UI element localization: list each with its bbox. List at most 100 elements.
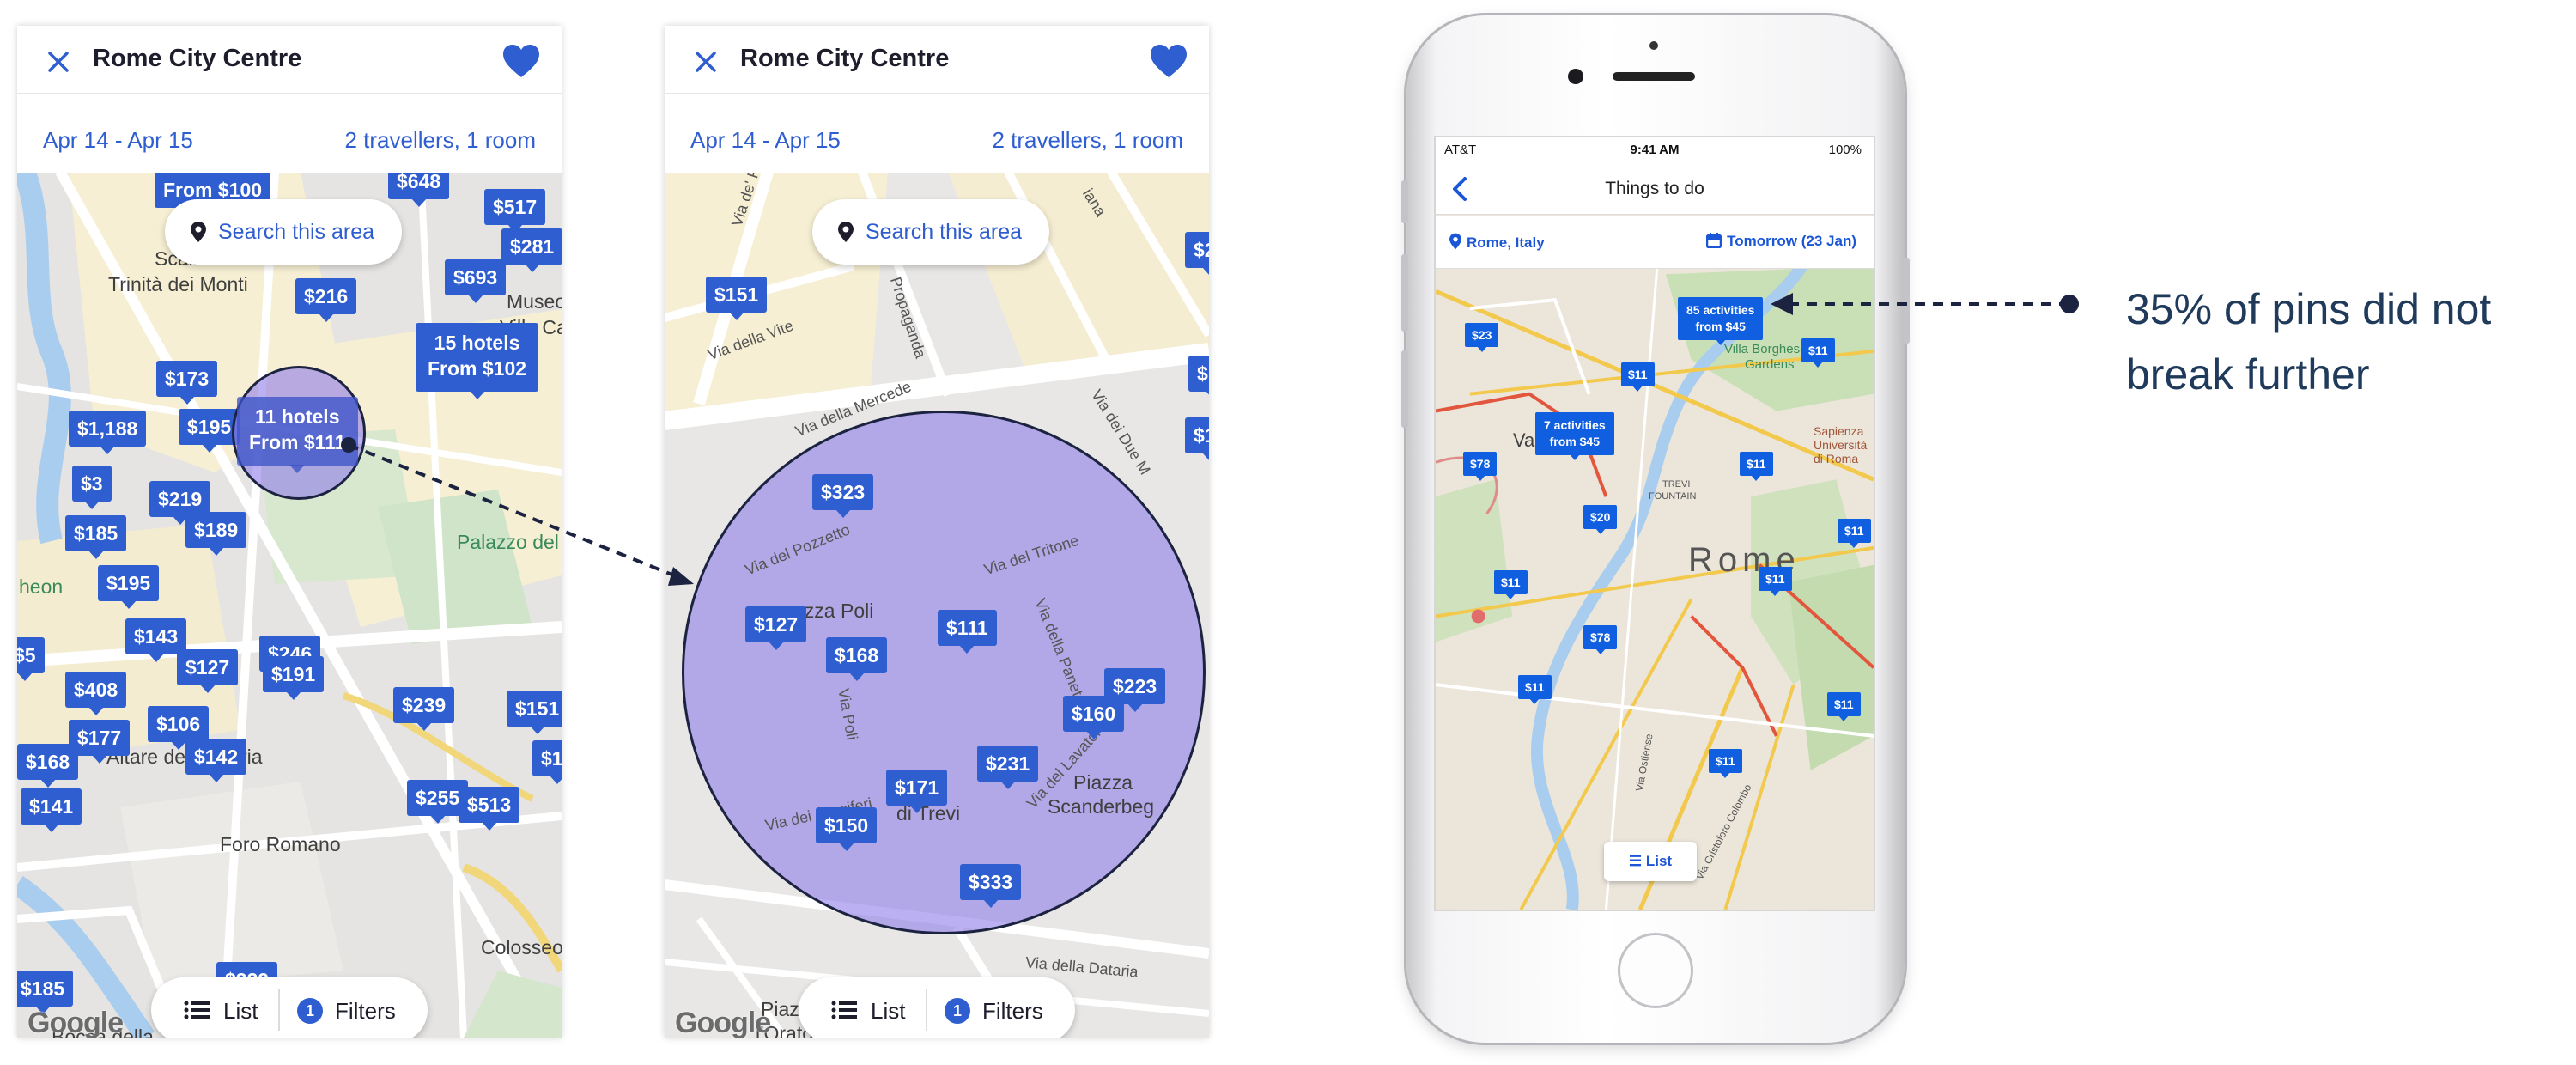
price-pin[interactable]: $333 xyxy=(960,864,1022,908)
price-pin[interactable]: $16 xyxy=(1188,356,1209,399)
activity-price-pin[interactable]: $11 xyxy=(1621,362,1655,392)
filters-button[interactable]: Filters xyxy=(982,998,1043,1025)
price-pin[interactable]: $21 xyxy=(1185,232,1209,276)
activity-price-pin[interactable]: $11 xyxy=(1494,570,1528,599)
price-pin[interactable]: $111 xyxy=(938,610,997,654)
heart-icon[interactable] xyxy=(501,43,541,81)
price-pin[interactable]: $3 xyxy=(72,466,112,509)
volume-up-button xyxy=(1401,254,1408,332)
front-camera xyxy=(1568,69,1583,84)
divider xyxy=(926,989,927,1031)
price-pin[interactable]: $185 xyxy=(65,515,127,559)
filters-button[interactable]: Filters xyxy=(335,998,396,1025)
search-this-area-button[interactable]: Search this area xyxy=(165,199,403,265)
divider xyxy=(278,989,280,1031)
price-pin[interactable]: $693 xyxy=(445,259,507,303)
cluster-price: from $45 xyxy=(1549,435,1600,448)
activity-price-pin[interactable]: $11 xyxy=(1759,567,1792,596)
price-pin[interactable]: $5 xyxy=(17,637,45,681)
price-pin[interactable]: $513 xyxy=(459,787,520,831)
search-this-area-button[interactable]: Search this area xyxy=(812,199,1050,265)
list-view-button[interactable]: ☰ List xyxy=(1604,842,1697,881)
battery-percent: 100% xyxy=(1828,143,1862,157)
list-filters-bar: List 1 Filters xyxy=(799,977,1075,1038)
list-button[interactable]: List xyxy=(223,998,258,1025)
price-pin[interactable]: $185 xyxy=(17,971,74,1014)
price-pin[interactable]: $239 xyxy=(393,687,455,731)
close-icon[interactable] xyxy=(41,45,76,79)
group-price-pin[interactable]: 15 hotels From $102 xyxy=(416,323,539,399)
price-pin[interactable]: $14 xyxy=(1185,417,1209,461)
price-pin[interactable]: $151 xyxy=(706,277,768,320)
price-pin[interactable]: $173 xyxy=(156,361,218,405)
heart-icon[interactable] xyxy=(1149,43,1188,81)
date-range[interactable]: Apr 14 - Apr 15 xyxy=(43,127,193,154)
price-pin[interactable]: $127 xyxy=(745,606,807,650)
earpiece-speaker xyxy=(1613,72,1695,81)
activity-price-pin[interactable]: $20 xyxy=(1583,505,1618,534)
list-icon[interactable] xyxy=(184,1000,210,1020)
price-pin[interactable]: $408 xyxy=(65,672,127,715)
app-header: Rome City Centre Apr 14 - Apr 15 2 trave… xyxy=(17,26,562,173)
price-pin[interactable]: $191 xyxy=(263,656,325,700)
map-label-foro: Foro Romano xyxy=(220,833,341,855)
price-pin[interactable]: $106 xyxy=(148,706,210,750)
price-pin[interactable]: $150 xyxy=(816,807,878,851)
price-pin[interactable]: $195 xyxy=(179,409,240,453)
price-pin[interactable]: $323 xyxy=(812,474,874,518)
cluster-pin[interactable]: 11 hotels From $111 xyxy=(237,397,358,473)
date-range[interactable]: Apr 14 - Apr 15 xyxy=(690,127,841,154)
title-row: Rome City Centre xyxy=(17,26,562,94)
price-pin[interactable]: $216 xyxy=(295,278,357,322)
list-icon: ☰ xyxy=(1628,853,1646,869)
activity-price-pin[interactable]: $11 xyxy=(1740,452,1773,481)
search-summary-row[interactable]: Apr 14 - Apr 15 2 travellers, 1 room xyxy=(17,96,562,173)
travellers-rooms[interactable]: 2 travellers, 1 room xyxy=(344,127,536,154)
price-pin[interactable]: $151 xyxy=(507,691,562,734)
annotation-text: 35% of pins did not break further xyxy=(2126,277,2573,407)
travellers-rooms[interactable]: 2 travellers, 1 room xyxy=(992,127,1183,154)
price-pin[interactable]: $168 xyxy=(17,744,79,788)
price-pin[interactable]: $142 xyxy=(185,739,247,782)
activity-price-pin[interactable]: $11 xyxy=(1838,519,1871,548)
activity-cluster-pin[interactable]: 7 activities from $45 xyxy=(1535,412,1614,460)
activity-price-pin[interactable]: $11 xyxy=(1709,749,1742,778)
price-pin[interactable]: $189 xyxy=(185,512,247,556)
price-pin[interactable]: $231 xyxy=(977,746,1039,789)
list-icon[interactable] xyxy=(831,1000,857,1020)
list-button[interactable]: List xyxy=(871,998,905,1025)
price-pin[interactable]: $16 xyxy=(532,740,562,784)
list-filters-bar: List 1 Filters xyxy=(151,977,428,1038)
activity-price-pin[interactable]: $11 xyxy=(1827,692,1861,721)
activity-price-pin[interactable]: $11 xyxy=(1518,675,1552,704)
price-pin[interactable]: $168 xyxy=(826,637,888,681)
location-label: Rome, Italy xyxy=(1467,234,1545,251)
activity-price-pin[interactable]: $11 xyxy=(1801,338,1835,368)
activity-price-pin[interactable]: $78 xyxy=(1463,452,1498,481)
mute-switch xyxy=(1401,180,1408,223)
cluster-price: From $111 xyxy=(249,431,346,453)
price-pin[interactable]: $195 xyxy=(98,565,160,609)
activity-cluster-pin[interactable]: 85 activities from $45 xyxy=(1678,297,1764,345)
price-pin[interactable]: $160 xyxy=(1063,696,1125,739)
group-count: 15 hotels xyxy=(434,332,520,354)
price-pin[interactable]: $1,188 xyxy=(69,411,147,454)
map-label-di-roma: di Roma xyxy=(1814,452,1859,466)
list-label: List xyxy=(1645,853,1673,869)
price-pin[interactable]: $281 xyxy=(501,228,562,272)
location-pin-icon xyxy=(838,222,854,242)
close-icon[interactable] xyxy=(689,45,723,79)
location-selector[interactable]: Rome, Italy xyxy=(1449,233,1545,252)
price-pin[interactable]: $141 xyxy=(21,788,82,832)
activity-price-pin[interactable]: $23 xyxy=(1465,323,1499,352)
price-pin[interactable]: $517 xyxy=(484,189,546,233)
search-summary-row[interactable]: Apr 14 - Apr 15 2 travellers, 1 room xyxy=(665,96,1209,173)
home-button[interactable] xyxy=(1618,933,1693,1008)
volume-down-button xyxy=(1401,350,1408,428)
date-selector[interactable]: Tomorrow (23 Jan) xyxy=(1705,233,1856,250)
map-label-villa-borghese: Villa Borghese xyxy=(1724,342,1807,356)
activity-price-pin[interactable]: $78 xyxy=(1583,625,1618,654)
search-this-area-label: Search this area xyxy=(866,219,1023,244)
price-pin[interactable]: $171 xyxy=(886,770,948,813)
price-pin[interactable]: $127 xyxy=(177,649,239,693)
